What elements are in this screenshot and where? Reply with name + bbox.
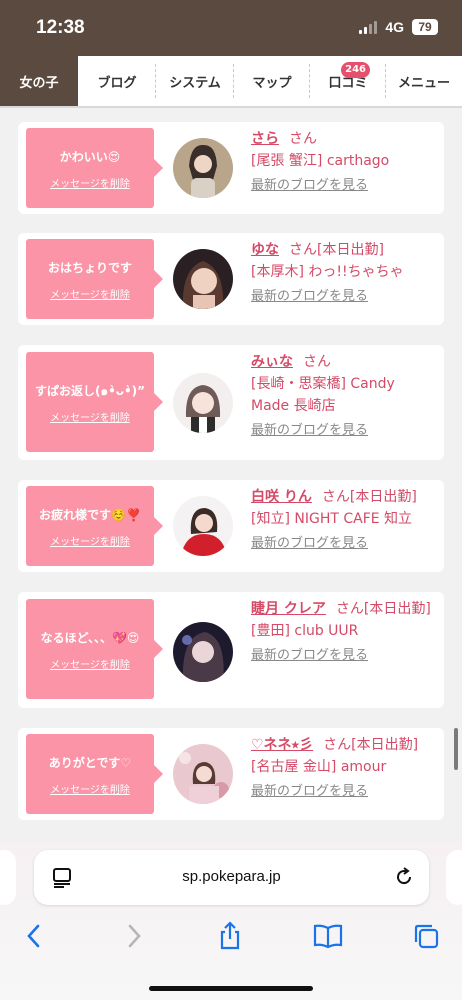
share-icon[interactable] — [214, 920, 246, 952]
tab-reviews[interactable]: 口コミ 246 — [310, 56, 386, 106]
girl-info: 白咲 りん さん[本日出勤] [知立] NIGHT CAFE 知立 最新のブログを… — [251, 486, 437, 554]
message-bubble: なるほど、、、💖😍 メッセージを削除 — [26, 599, 163, 699]
status-time: 12:38 — [36, 17, 85, 38]
tab-girls[interactable]: 女の子 — [0, 56, 78, 106]
scrollbar[interactable] — [454, 728, 458, 770]
delete-message-link[interactable]: メッセージを削除 — [50, 533, 130, 548]
message-text: おはちょりです — [47, 260, 132, 275]
previous-tab-peek[interactable] — [0, 850, 16, 905]
latest-blog-link[interactable]: 最新のブログを見る — [251, 421, 437, 441]
avatar[interactable] — [173, 744, 233, 804]
girl-status: さん — [303, 354, 331, 370]
girl-info: ゆな さん[本日出勤] [本厚木] わっ!!ちゃちゃ 最新のブログを見る — [251, 239, 437, 307]
message-card: すぱお返し(๑•̀ᴗ•̀)” メッセージを削除 みぃな さん [長崎・思案橋] C… — [18, 345, 444, 460]
girl-name-link[interactable]: ゆな — [251, 242, 279, 258]
girl-name-link[interactable]: さら — [251, 131, 279, 147]
status-bar: 12:38 4G 79 — [0, 0, 462, 56]
bookmarks-icon[interactable] — [312, 920, 344, 952]
message-card: なるほど、、、💖😍 メッセージを削除 睫月 クレア さん[本日出勤] [豊田] c… — [18, 592, 444, 708]
message-bubble: すぱお返し(๑•̀ᴗ•̀)” メッセージを削除 — [26, 352, 163, 452]
girl-name-link[interactable]: みぃな — [251, 354, 293, 370]
tab-system[interactable]: システム — [156, 56, 234, 106]
latest-blog-link[interactable]: 最新のブログを見る — [251, 782, 437, 802]
latest-blog-link[interactable]: 最新のブログを見る — [251, 287, 437, 307]
shop-name: [尾張 蟹江] carthago — [251, 153, 390, 169]
tab-label: メニュー — [397, 75, 450, 91]
avatar[interactable] — [173, 622, 233, 682]
shop-name: [知立] NIGHT CAFE 知立 — [251, 511, 413, 527]
girl-info: みぃな さん [長崎・思案橋] Candy Made 長崎店 最新のブログを見る — [251, 351, 437, 441]
message-card: かわいい😍 メッセージを削除 さら さん [尾張 蟹江] carthago 最新の… — [18, 122, 444, 214]
girl-info: さら さん [尾張 蟹江] carthago 最新のブログを見る — [251, 128, 437, 196]
message-bubble: お疲れ様です☺️❣️ メッセージを削除 — [26, 486, 163, 566]
avatar[interactable] — [173, 496, 233, 556]
message-text: なるほど、、、💖😍 — [40, 630, 140, 645]
shop-name: [豊田] club UUR — [251, 623, 359, 639]
message-text: ありがとです♡ — [48, 755, 132, 770]
nav-tabs: 女の子 ブログ システム マップ 口コミ 246 メニュー — [0, 56, 462, 108]
forward-icon[interactable] — [118, 920, 150, 952]
reviews-count-badge: 246 — [341, 62, 370, 78]
girl-info: ♡ネネ⭑彡 さん[本日出勤] [名古屋 金山] amour 最新のブログを見る — [251, 734, 437, 802]
tab-label: マップ — [252, 75, 292, 91]
tabs-icon[interactable] — [410, 920, 442, 952]
message-text: お疲れ様です☺️❣️ — [39, 507, 141, 522]
girl-status: さん[本日出勤] — [323, 737, 419, 753]
back-icon[interactable] — [18, 920, 50, 952]
home-indicator — [149, 986, 313, 991]
latest-blog-link[interactable]: 最新のブログを見る — [251, 534, 437, 554]
girl-name-link[interactable]: 白咲 りん — [251, 489, 312, 505]
network-type: 4G — [385, 19, 404, 35]
girl-name-link[interactable]: ♡ネネ⭑彡 — [251, 737, 313, 753]
shop-name: [名古屋 金山] amour — [251, 759, 387, 775]
message-text: かわいい😍 — [59, 149, 121, 164]
girl-status: さん[本日出勤] — [335, 601, 431, 617]
girl-status: さん — [289, 131, 317, 147]
message-text: すぱお返し(๑•̀ᴗ•̀)” — [34, 383, 146, 398]
shop-name: [本厚木] わっ!!ちゃちゃ — [251, 264, 404, 280]
shop-name: [長崎・思案橋] Candy Made 長崎店 — [251, 376, 395, 414]
avatar[interactable] — [173, 373, 233, 433]
message-card: ありがとです♡ メッセージを削除 ♡ネネ⭑彡 さん[本日出勤] [名古屋 金山] … — [18, 728, 444, 820]
tab-map[interactable]: マップ — [234, 56, 310, 106]
url-text: sp.pokepara.jp — [182, 868, 281, 885]
battery-icon: 79 — [412, 19, 438, 35]
address-bar[interactable]: sp.pokepara.jp — [34, 850, 429, 905]
cellular-signal-icon — [359, 20, 378, 34]
tab-label: 女の子 — [19, 75, 59, 91]
browser-chrome: sp.pokepara.jp — [0, 842, 462, 1000]
tab-blog[interactable]: ブログ — [78, 56, 156, 106]
message-bubble: おはちょりです メッセージを削除 — [26, 239, 163, 319]
delete-message-link[interactable]: メッセージを削除 — [50, 409, 130, 424]
message-card: おはちょりです メッセージを削除 ゆな さん[本日出勤] [本厚木] わっ!!ちゃ… — [18, 233, 444, 325]
avatar[interactable] — [173, 138, 233, 198]
delete-message-link[interactable]: メッセージを削除 — [50, 656, 130, 671]
message-bubble: ありがとです♡ メッセージを削除 — [26, 734, 163, 814]
girl-name-link[interactable]: 睫月 クレア — [251, 601, 326, 617]
girl-status: さん[本日出勤] — [321, 489, 417, 505]
latest-blog-link[interactable]: 最新のブログを見る — [251, 176, 437, 196]
tab-label: システム — [169, 75, 221, 91]
next-tab-peek[interactable] — [446, 850, 462, 905]
reload-icon[interactable] — [393, 866, 415, 892]
status-icons: 4G 79 — [359, 19, 438, 35]
avatar[interactable] — [173, 249, 233, 309]
message-bubble: かわいい😍 メッセージを削除 — [26, 128, 163, 208]
latest-blog-link[interactable]: 最新のブログを見る — [251, 646, 437, 666]
tab-menu[interactable]: メニュー — [386, 56, 462, 106]
delete-message-link[interactable]: メッセージを削除 — [50, 175, 130, 190]
message-card: お疲れ様です☺️❣️ メッセージを削除 白咲 りん さん[本日出勤] [知立] N… — [18, 480, 444, 572]
girl-status: さん[本日出勤] — [289, 242, 384, 258]
delete-message-link[interactable]: メッセージを削除 — [50, 781, 130, 796]
delete-message-link[interactable]: メッセージを削除 — [50, 286, 130, 301]
girl-info: 睫月 クレア さん[本日出勤] [豊田] club UUR 最新のブログを見る — [251, 598, 437, 666]
tab-label: ブログ — [97, 75, 137, 91]
